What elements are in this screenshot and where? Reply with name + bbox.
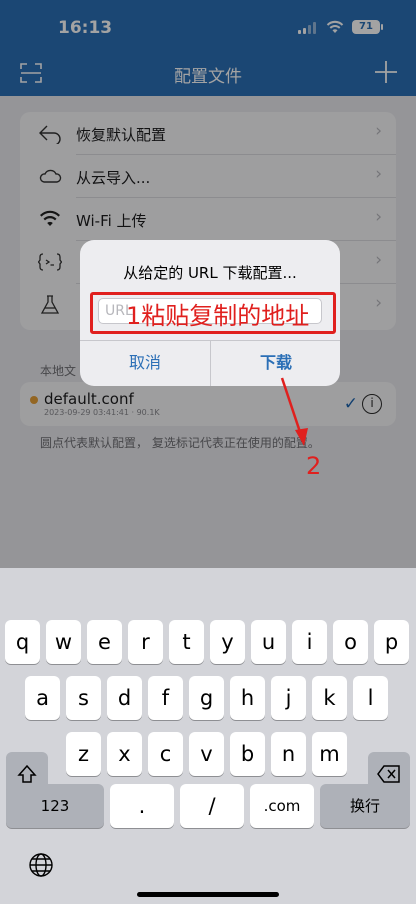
key-i[interactable]: i xyxy=(292,620,327,664)
key-q[interactable]: q xyxy=(5,620,40,664)
key-z[interactable]: z xyxy=(66,732,101,776)
annotation-step2: 2 xyxy=(306,452,322,480)
key-l[interactable]: l xyxy=(353,676,388,720)
key-y[interactable]: y xyxy=(210,620,245,664)
key-a[interactable]: a xyxy=(25,676,60,720)
key-t[interactable]: t xyxy=(169,620,204,664)
download-button[interactable]: 下载 xyxy=(211,340,340,386)
key-h[interactable]: h xyxy=(230,676,265,720)
numbers-key[interactable]: 123 xyxy=(6,784,104,828)
key-d[interactable]: d xyxy=(107,676,142,720)
alert-title: 从给定的 URL 下载配置... xyxy=(123,264,297,282)
key-g[interactable]: g xyxy=(189,676,224,720)
key-k[interactable]: k xyxy=(312,676,347,720)
shift-icon xyxy=(17,764,37,783)
screen: 16:13 71 配置文件 恢复默认配置 › 从云导入... › Wi-Fi 上… xyxy=(0,0,416,904)
dotcom-key[interactable]: .com xyxy=(250,784,314,828)
key-r[interactable]: r xyxy=(128,620,163,664)
key-v[interactable]: v xyxy=(189,732,224,776)
annotation-step1: 1粘贴复制的地址 xyxy=(126,302,310,330)
key-e[interactable]: e xyxy=(87,620,122,664)
key-p[interactable]: p xyxy=(374,620,409,664)
key-o[interactable]: o xyxy=(333,620,368,664)
key-w[interactable]: w xyxy=(46,620,81,664)
keyboard: qwertyuiop asdfghjkl zxcvbnm 123 . / .co… xyxy=(0,568,416,904)
backspace-icon xyxy=(377,765,400,783)
key-s[interactable]: s xyxy=(66,676,101,720)
dot-key[interactable]: . xyxy=(110,784,174,828)
key-n[interactable]: n xyxy=(271,732,306,776)
key-j[interactable]: j xyxy=(271,676,306,720)
globe-icon[interactable] xyxy=(28,852,54,878)
key-f[interactable]: f xyxy=(148,676,183,720)
key-u[interactable]: u xyxy=(251,620,286,664)
key-m[interactable]: m xyxy=(312,732,347,776)
key-x[interactable]: x xyxy=(107,732,142,776)
key-c[interactable]: c xyxy=(148,732,183,776)
cancel-button[interactable]: 取消 xyxy=(80,340,210,386)
key-b[interactable]: b xyxy=(230,732,265,776)
return-key[interactable]: 换行 xyxy=(320,784,410,828)
slash-key[interactable]: / xyxy=(180,784,244,828)
home-indicator xyxy=(137,892,279,897)
